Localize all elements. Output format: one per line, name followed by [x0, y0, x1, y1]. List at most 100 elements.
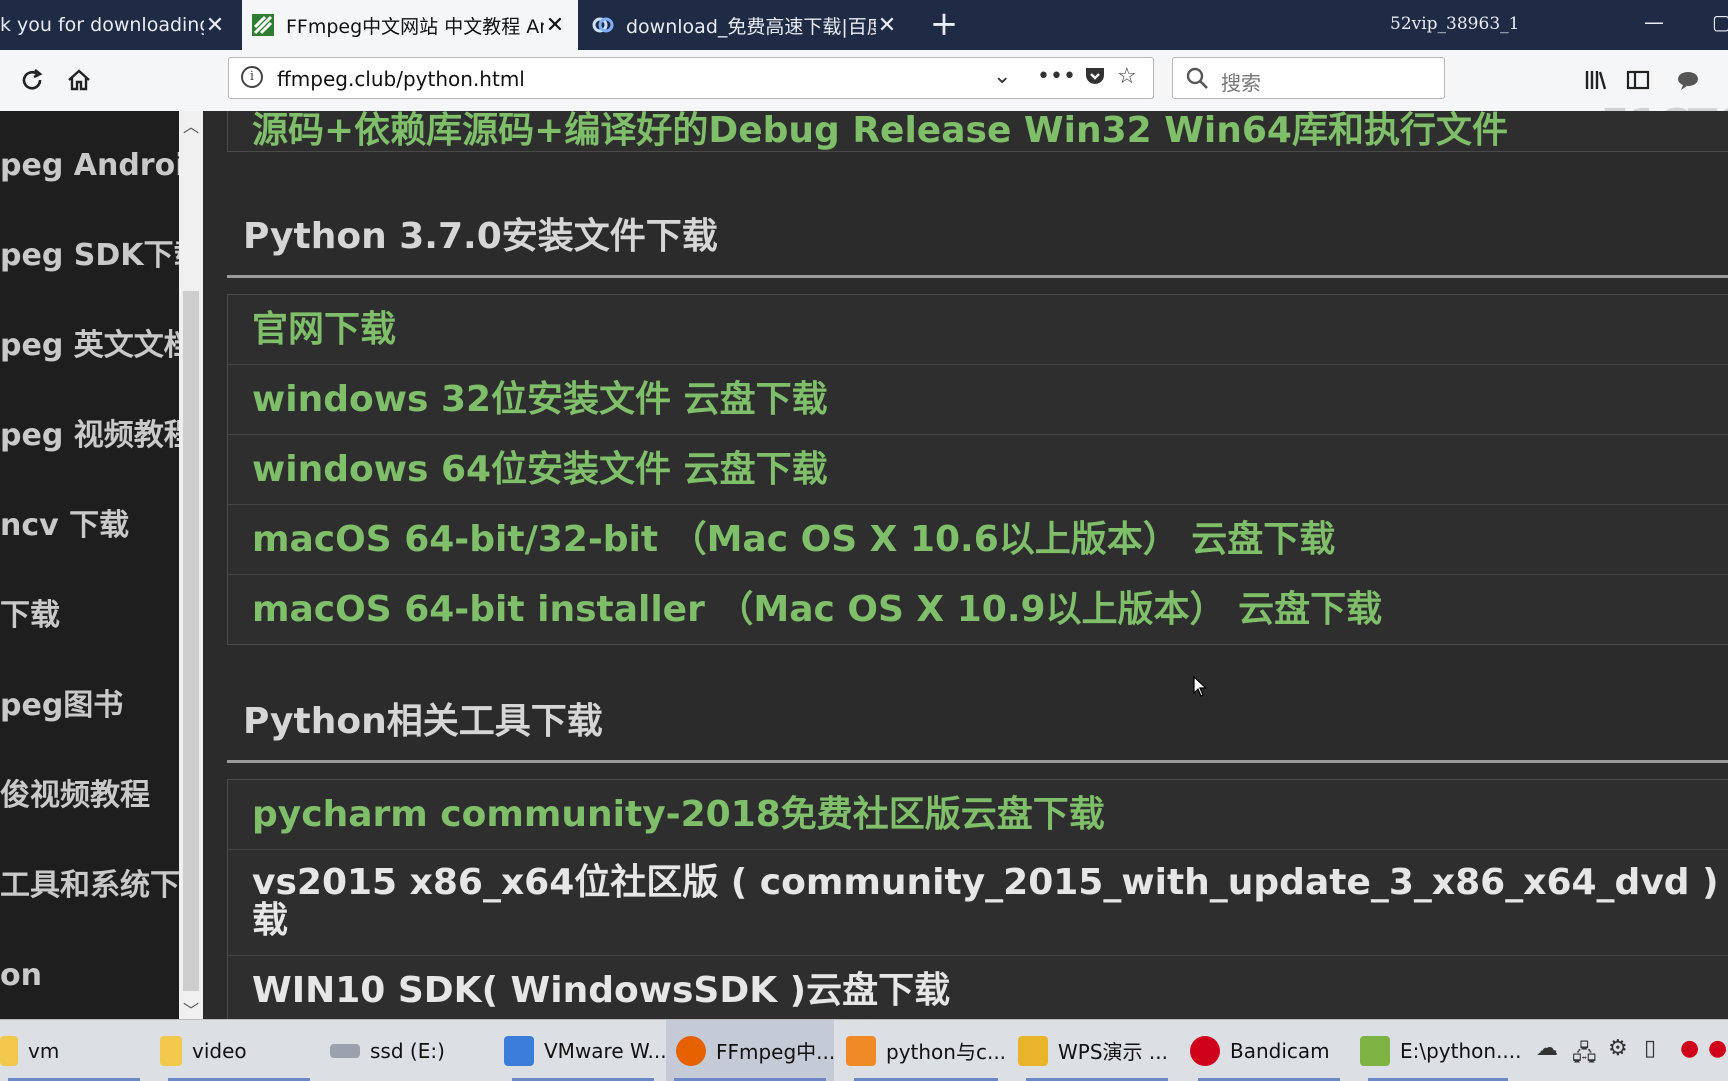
taskbar-label: E:\python....	[1400, 1038, 1522, 1063]
notepad-icon	[1360, 1035, 1390, 1066]
sidebar-item[interactable]: peg图书	[0, 681, 123, 731]
tab-label: FFmpeg中文网站 中文教程 An	[286, 15, 544, 38]
taskbar-label: WPS演示 ...	[1058, 1040, 1168, 1064]
search-placeholder: 搜索	[1221, 71, 1261, 95]
info-icon[interactable]: i	[241, 66, 263, 88]
taskbar-item-bandicam[interactable]: Bandicam	[1190, 1020, 1348, 1081]
bookmark-star-icon[interactable]: ☆	[1117, 64, 1137, 89]
taskbar-item-wps[interactable]: WPS演示 ...	[1018, 1020, 1176, 1081]
sidebar-item[interactable]: peg SDK下载	[0, 231, 179, 281]
firefox-icon	[676, 1035, 706, 1066]
download-link[interactable]: 官网下载	[228, 295, 1728, 365]
record-icon	[1190, 1035, 1220, 1066]
folder-icon	[160, 1035, 182, 1066]
section-heading-python: Python 3.7.0安装文件下载	[243, 216, 718, 257]
reload-icon[interactable]	[14, 62, 50, 98]
search-box[interactable]: 搜索	[1172, 57, 1445, 99]
scroll-down-icon[interactable]: ﹀	[179, 997, 203, 1021]
sidebar-item[interactable]: peg 视频教程	[0, 411, 179, 461]
taskbar: vm video ssd (E:) VMware W... FFmpeg中...…	[0, 1019, 1728, 1081]
divider	[227, 760, 1728, 763]
sidebar-item[interactable]: 俊视频教程	[0, 771, 150, 821]
download-link[interactable]: macOS 64-bit/32-bit （Mac OS X 10.6以上版本） …	[228, 505, 1728, 575]
tray-recording-icon[interactable]: ●	[1708, 1036, 1727, 1061]
download-link[interactable]: WIN10 SDK( WindowsSDK )云盘下载	[228, 956, 1728, 1019]
sidebar-item[interactable]: peg 英文文档	[0, 321, 179, 371]
chevron-down-icon[interactable]: ⌄	[993, 64, 1011, 89]
download-link[interactable]: 源码+依赖库源码+编译好的Debug Release Win32 Win64库和…	[228, 111, 1728, 151]
minimize-icon[interactable]: —	[1644, 10, 1664, 34]
download-link[interactable]: vs2015 x86_x64位社区版 ( community_2015_with…	[228, 850, 1728, 956]
taskbar-label: Bandicam	[1230, 1038, 1330, 1063]
window-title: 52vip_38963_1	[1390, 14, 1520, 34]
new-tab-button[interactable]: +	[924, 4, 964, 44]
main-content: 源码+依赖库源码+编译好的Debug Release Win32 Win64库和…	[203, 111, 1728, 1019]
taskbar-item-video[interactable]: video	[160, 1020, 318, 1081]
taskbar-label: vm	[28, 1038, 60, 1063]
taskbar-label: VMware W...	[544, 1038, 667, 1063]
taskbar-item-firefox[interactable]: FFmpeg中...	[666, 1020, 836, 1081]
source-download-box: 源码+依赖库源码+编译好的Debug Release Win32 Win64库和…	[227, 111, 1728, 152]
scrollbar-thumb[interactable]	[183, 291, 199, 991]
left-sidebar: peg Android peg SDK下载 peg 英文文档 peg 视频教程 …	[0, 111, 179, 1019]
taskbar-item-vm[interactable]: vm	[0, 1020, 148, 1081]
sidebar-scrollbar[interactable]: ︿ ﹀	[179, 111, 203, 1021]
cloud-icon[interactable]: ☁	[1536, 1036, 1558, 1061]
download-link-line: 载	[252, 900, 289, 941]
settings-icon[interactable]: ⚙	[1608, 1036, 1628, 1061]
drive-icon	[330, 1043, 360, 1058]
library-icon[interactable]	[1578, 62, 1614, 98]
sidebar-icon[interactable]	[1620, 62, 1656, 98]
more-icon[interactable]: •••	[1037, 64, 1076, 89]
download-link[interactable]: pycharm community-2018免费社区版云盘下载	[228, 780, 1728, 850]
wps-icon	[1018, 1035, 1048, 1066]
taskbar-label: video	[192, 1038, 247, 1063]
tab-download[interactable]: download_免费高速下载|百度 ✕	[582, 0, 910, 50]
tab-downloading[interactable]: k you for downloading I ✕	[0, 0, 238, 50]
divider	[227, 275, 1728, 278]
close-icon[interactable]: ✕	[544, 13, 566, 38]
close-icon[interactable]: ✕	[876, 13, 898, 38]
taskbar-item-ssd[interactable]: ssd (E:)	[330, 1020, 490, 1081]
search-icon	[1185, 66, 1209, 94]
section-heading-tools: Python相关工具下载	[243, 701, 603, 742]
sidebar-item[interactable]: 下载	[0, 591, 60, 641]
presentation-icon	[846, 1035, 876, 1066]
tab-label: download_免费高速下载|百度	[626, 15, 876, 38]
taskbar-label: FFmpeg中...	[716, 1040, 836, 1064]
url-bar[interactable]: i ffmpeg.club/python.html ⌄ ••• ☆	[228, 57, 1154, 99]
url-text[interactable]: ffmpeg.club/python.html	[277, 67, 525, 91]
tab-label: k you for downloading I	[0, 14, 204, 36]
folder-icon	[0, 1035, 18, 1066]
sidebar-item[interactable]: 工具和系统下载	[0, 861, 179, 911]
close-icon[interactable]: ✕	[204, 13, 226, 38]
home-icon[interactable]	[61, 62, 97, 98]
recording-icon[interactable]: ●	[1680, 1036, 1699, 1061]
taskbar-item-vmware[interactable]: VMware W...	[504, 1020, 667, 1081]
tab-ffmpeg[interactable]: FFmpeg中文网站 中文教程 An ✕	[242, 0, 578, 50]
download-link[interactable]: windows 64位安装文件 云盘下载	[228, 435, 1728, 505]
download-link[interactable]: macOS 64-bit installer （Mac OS X 10.9以上版…	[228, 575, 1728, 644]
python-download-box: 官网下载 windows 32位安装文件 云盘下载 windows 64位安装文…	[227, 294, 1728, 645]
taskbar-item-explorer[interactable]: E:\python....	[1360, 1020, 1522, 1081]
scroll-up-icon[interactable]: ︿	[179, 113, 203, 137]
usb-icon[interactable]: ▯	[1644, 1036, 1656, 1061]
baidu-pan-icon	[592, 14, 614, 36]
navigation-bar: i ffmpeg.club/python.html ⌄ ••• ☆ 搜索 51C…	[0, 50, 1728, 151]
chat-icon[interactable]	[1670, 62, 1706, 98]
taskbar-label: python与c...	[886, 1040, 1007, 1064]
tools-download-box: pycharm community-2018免费社区版云盘下载 vs2015 x…	[227, 779, 1728, 1019]
pocket-icon[interactable]	[1083, 64, 1107, 94]
sidebar-item[interactable]: ncv 下载	[0, 501, 129, 551]
download-link-line: vs2015 x86_x64位社区版 ( community_2015_with…	[252, 862, 1728, 903]
network-icon[interactable]: 🖧	[1572, 1036, 1597, 1074]
sidebar-item[interactable]: peg Android	[0, 141, 179, 191]
restore-icon[interactable]: ▢	[1712, 10, 1728, 34]
sidebar-item[interactable]: on	[0, 951, 42, 1001]
download-link[interactable]: windows 32位安装文件 云盘下载	[228, 365, 1728, 435]
vmware-icon	[504, 1035, 534, 1066]
ffmpeg-favicon-icon	[252, 14, 274, 36]
taskbar-item-python[interactable]: python与c...	[846, 1020, 1006, 1081]
taskbar-label: ssd (E:)	[370, 1038, 445, 1063]
tab-bar: k you for downloading I ✕ FFmpeg中文网站 中文教…	[0, 0, 1728, 50]
